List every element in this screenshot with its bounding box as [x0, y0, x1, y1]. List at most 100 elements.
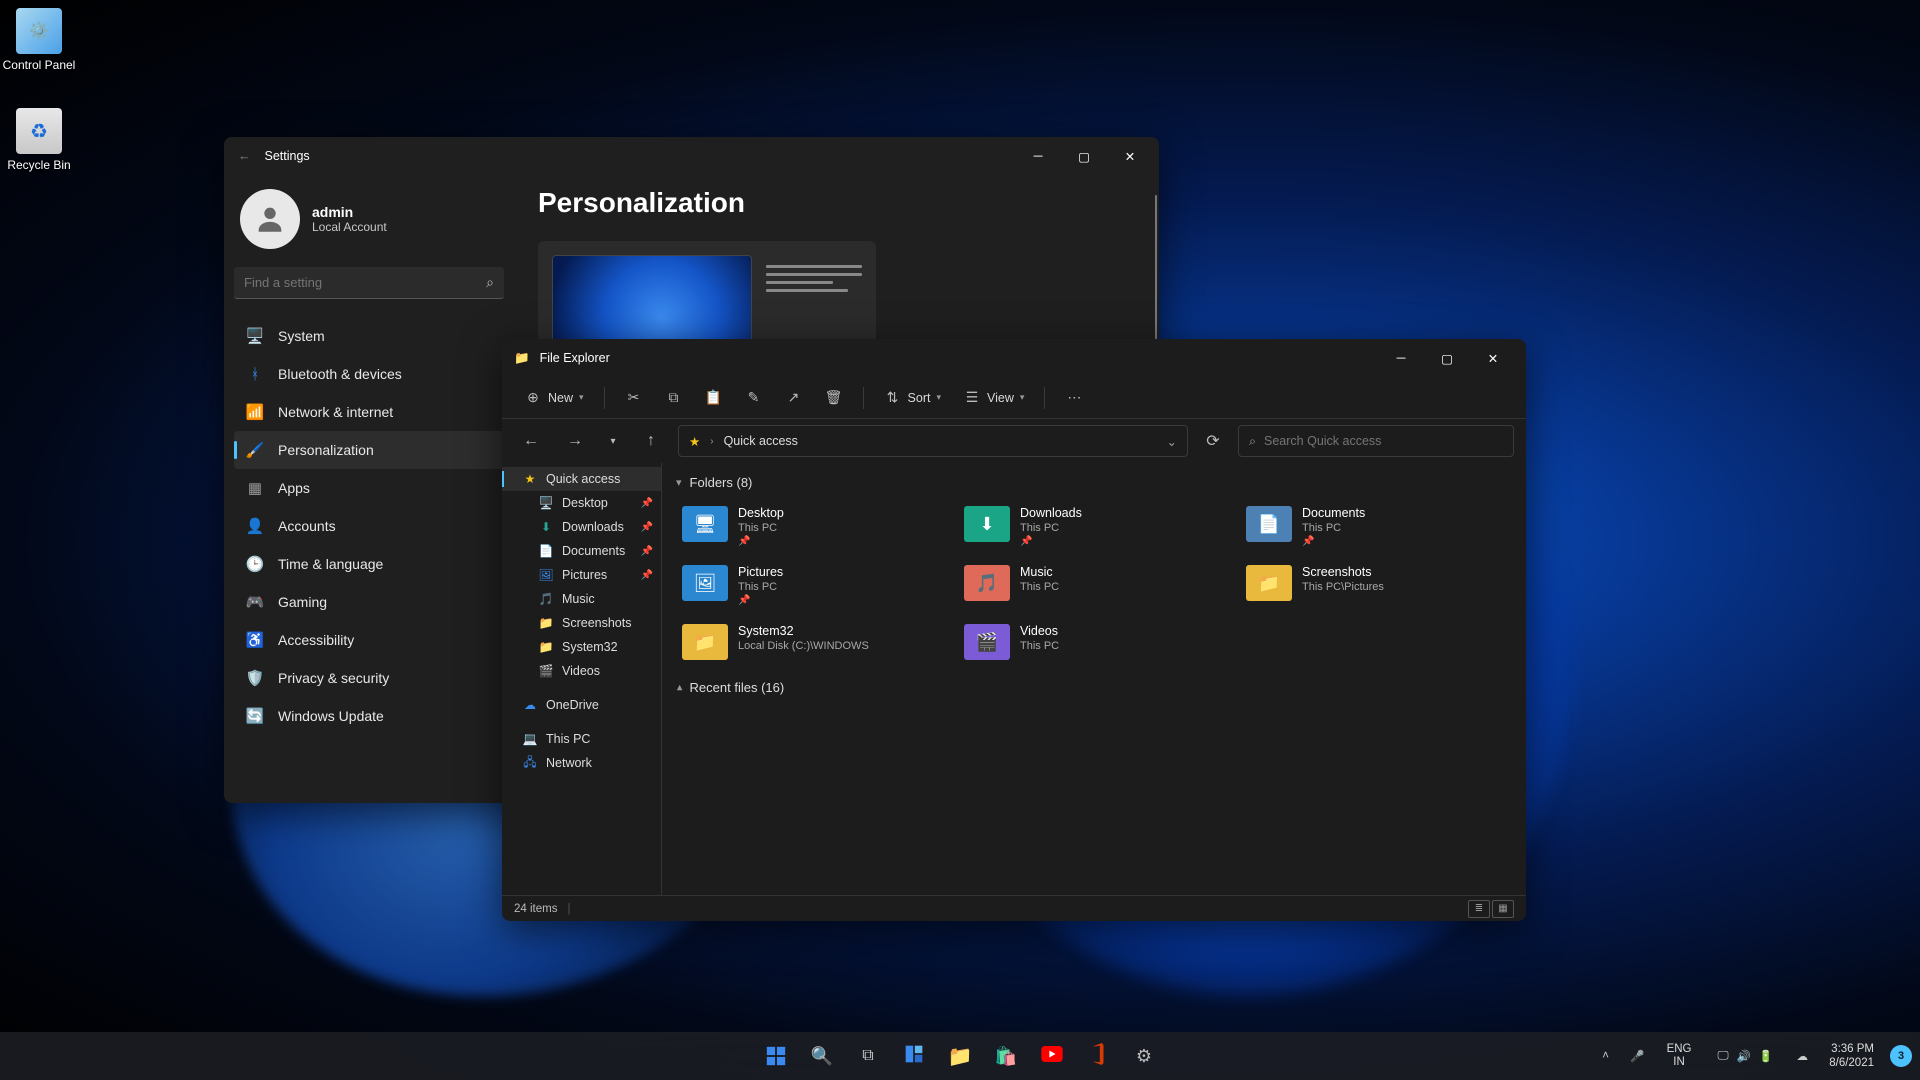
folder-desktop[interactable]: 🖥DesktopThis PC📌 — [676, 500, 948, 553]
tree-item-downloads[interactable]: ⬇Downloads📌 — [502, 515, 661, 539]
desktop-icon-label: Control Panel — [0, 58, 78, 72]
sidebar-item-time-language[interactable]: 🕒Time & language — [234, 545, 504, 583]
folder-icon: 📁 — [1246, 565, 1292, 601]
minimize-button[interactable]: ─ — [1015, 141, 1061, 171]
sidebar-item-accessibility[interactable]: ♿Accessibility — [234, 621, 504, 659]
cloud-icon: ☁ — [1796, 1051, 1808, 1063]
sidebar-item-network-internet[interactable]: 📶Network & internet — [234, 393, 504, 431]
address-bar[interactable]: ★ › Quick access ⌄ — [678, 425, 1188, 457]
settings-titlebar[interactable]: ← Settings ─ ▢ ✕ — [224, 137, 1159, 175]
tree-item-videos[interactable]: 🎬Videos — [502, 659, 661, 683]
quick-settings-button[interactable]: 🖵 🔊 🔋 — [1709, 1045, 1781, 1067]
nav-up-button[interactable]: ↑ — [634, 426, 668, 456]
notification-center-button[interactable]: 3 — [1890, 1045, 1912, 1067]
explorer-search[interactable]: ⌕ — [1238, 425, 1514, 457]
taskbar-clock[interactable]: 3:36 PM 8/6/2021 — [1823, 1042, 1880, 1071]
nav-icon: 🔄 — [246, 707, 264, 725]
folder-downloads[interactable]: ⬇DownloadsThis PC📌 — [958, 500, 1230, 553]
paste-button[interactable]: 📋 — [697, 383, 731, 413]
copy-button[interactable]: ⧉ — [657, 383, 691, 413]
start-button[interactable] — [756, 1036, 796, 1076]
delete-button[interactable]: 🗑 — [817, 383, 851, 413]
folder-pictures[interactable]: 🖼PicturesThis PC📌 — [676, 559, 948, 612]
widgets-button[interactable] — [894, 1036, 934, 1076]
folder-music[interactable]: 🎵MusicThis PC — [958, 559, 1230, 612]
tree-icon: 🎬 — [538, 664, 554, 678]
maximize-button[interactable]: ▢ — [1061, 141, 1107, 171]
tree-item-screenshots[interactable]: 📁Screenshots — [502, 611, 661, 635]
taskbar-search[interactable]: 🔍 — [802, 1036, 842, 1076]
tree-item-this-pc[interactable]: 💻This PC — [502, 727, 661, 751]
new-button[interactable]: ⊕New▾ — [516, 383, 592, 413]
folder-icon: 🎬 — [964, 624, 1010, 660]
chevron-down-icon[interactable]: ⌄ — [1167, 434, 1177, 449]
sidebar-item-apps[interactable]: ▦Apps — [234, 469, 504, 507]
sidebar-item-windows-update[interactable]: 🔄Windows Update — [234, 697, 504, 735]
view-button[interactable]: ☰View▾ — [955, 383, 1032, 413]
taskbar-settings[interactable]: ⚙ — [1124, 1036, 1164, 1076]
sidebar-item-gaming[interactable]: 🎮Gaming — [234, 583, 504, 621]
sort-button[interactable]: ⇅Sort▾ — [876, 383, 949, 413]
folder-documents[interactable]: 📄DocumentsThis PC📌 — [1240, 500, 1512, 553]
tree-item-quick-access[interactable]: ★Quick access — [502, 467, 661, 491]
task-view-button[interactable]: ⧉ — [848, 1036, 888, 1076]
tree-item-pictures[interactable]: 🖼Pictures📌 — [502, 563, 661, 587]
taskbar-microsoft-store[interactable]: 🛍️ — [986, 1036, 1026, 1076]
desktop-icon-control-panel[interactable]: ⚙️ Control Panel — [0, 8, 78, 72]
sidebar-item-label: Time & language — [278, 556, 383, 572]
tree-item-music[interactable]: 🎵Music — [502, 587, 661, 611]
tree-item-onedrive[interactable]: ☁OneDrive — [502, 693, 661, 717]
microphone-icon: 🎤 — [1630, 1051, 1644, 1063]
more-button[interactable]: ⋯ — [1057, 383, 1091, 413]
refresh-button[interactable]: ⟳ — [1198, 426, 1228, 456]
recent-section-header[interactable]: ▸ Recent files (16) — [676, 680, 1512, 695]
sidebar-item-privacy-security[interactable]: 🛡️Privacy & security — [234, 659, 504, 697]
details-view-button[interactable]: ≣ — [1468, 900, 1490, 918]
sidebar-item-accounts[interactable]: 👤Accounts — [234, 507, 504, 545]
taskbar-office[interactable] — [1078, 1036, 1118, 1076]
share-button[interactable]: ↗ — [777, 383, 811, 413]
explorer-search-input[interactable] — [1264, 434, 1503, 448]
settings-search-input[interactable] — [234, 267, 504, 299]
chevron-down-icon: ▾ — [676, 476, 682, 489]
theme-preview-panel — [766, 255, 862, 292]
cut-button[interactable]: ✂ — [617, 383, 651, 413]
show-hidden-icons[interactable]: ˄ — [1595, 1050, 1617, 1062]
new-icon: ⊕ — [524, 389, 542, 406]
tree-item-network[interactable]: 🖧Network — [502, 751, 661, 775]
folder-path: This PC — [1020, 581, 1059, 593]
sidebar-item-bluetooth-devices[interactable]: ᚼBluetooth & devices — [234, 355, 504, 393]
rename-button[interactable]: ✎ — [737, 383, 771, 413]
tree-item-desktop[interactable]: 🖥️Desktop📌 — [502, 491, 661, 515]
nav-back-button[interactable]: ← — [514, 426, 548, 456]
thumbnails-view-button[interactable]: ▦ — [1492, 900, 1514, 918]
folder-videos[interactable]: 🎬VideosThis PC — [958, 618, 1230, 666]
language-button[interactable]: ENG IN — [1659, 1039, 1700, 1073]
user-account-row[interactable]: admin Local Account — [234, 181, 504, 267]
onedrive-tray[interactable]: ☁ — [1791, 1049, 1813, 1063]
close-button[interactable]: ✕ — [1470, 343, 1516, 373]
nav-history-button[interactable]: ▾ — [602, 426, 624, 456]
chevron-down-icon: ▾ — [610, 436, 615, 447]
maximize-button[interactable]: ▢ — [1424, 343, 1470, 373]
tree-icon: 🖧 — [522, 753, 538, 774]
tree-item-system32[interactable]: 📁System32 — [502, 635, 661, 659]
explorer-titlebar[interactable]: 📁 File Explorer ─ ▢ ✕ — [502, 339, 1526, 377]
folder-screenshots[interactable]: 📁ScreenshotsThis PC\Pictures — [1240, 559, 1512, 612]
sidebar-item-system[interactable]: 🖥️System — [234, 317, 504, 355]
close-button[interactable]: ✕ — [1107, 141, 1153, 171]
tree-item-documents[interactable]: 📄Documents📌 — [502, 539, 661, 563]
back-icon[interactable]: ← — [238, 149, 251, 163]
sidebar-item-personalization[interactable]: 🖌️Personalization — [234, 431, 504, 469]
folder-system32[interactable]: 📁System32Local Disk (C:)\WINDOWS — [676, 618, 948, 666]
taskbar-youtube[interactable] — [1032, 1036, 1072, 1076]
nav-icon: 📶 — [246, 403, 264, 421]
task-view-icon: ⧉ — [862, 1047, 873, 1065]
nav-forward-button[interactable]: → — [558, 426, 592, 456]
tree-item-label: This PC — [546, 732, 590, 746]
taskbar-file-explorer[interactable]: 📁 — [940, 1036, 980, 1076]
folders-section-header[interactable]: ▾ Folders (8) — [676, 475, 1512, 490]
microphone-button[interactable]: 🎤 — [1627, 1049, 1649, 1063]
desktop-icon-recycle-bin[interactable]: ♻ Recycle Bin — [0, 108, 78, 172]
minimize-button[interactable]: ─ — [1378, 343, 1424, 373]
